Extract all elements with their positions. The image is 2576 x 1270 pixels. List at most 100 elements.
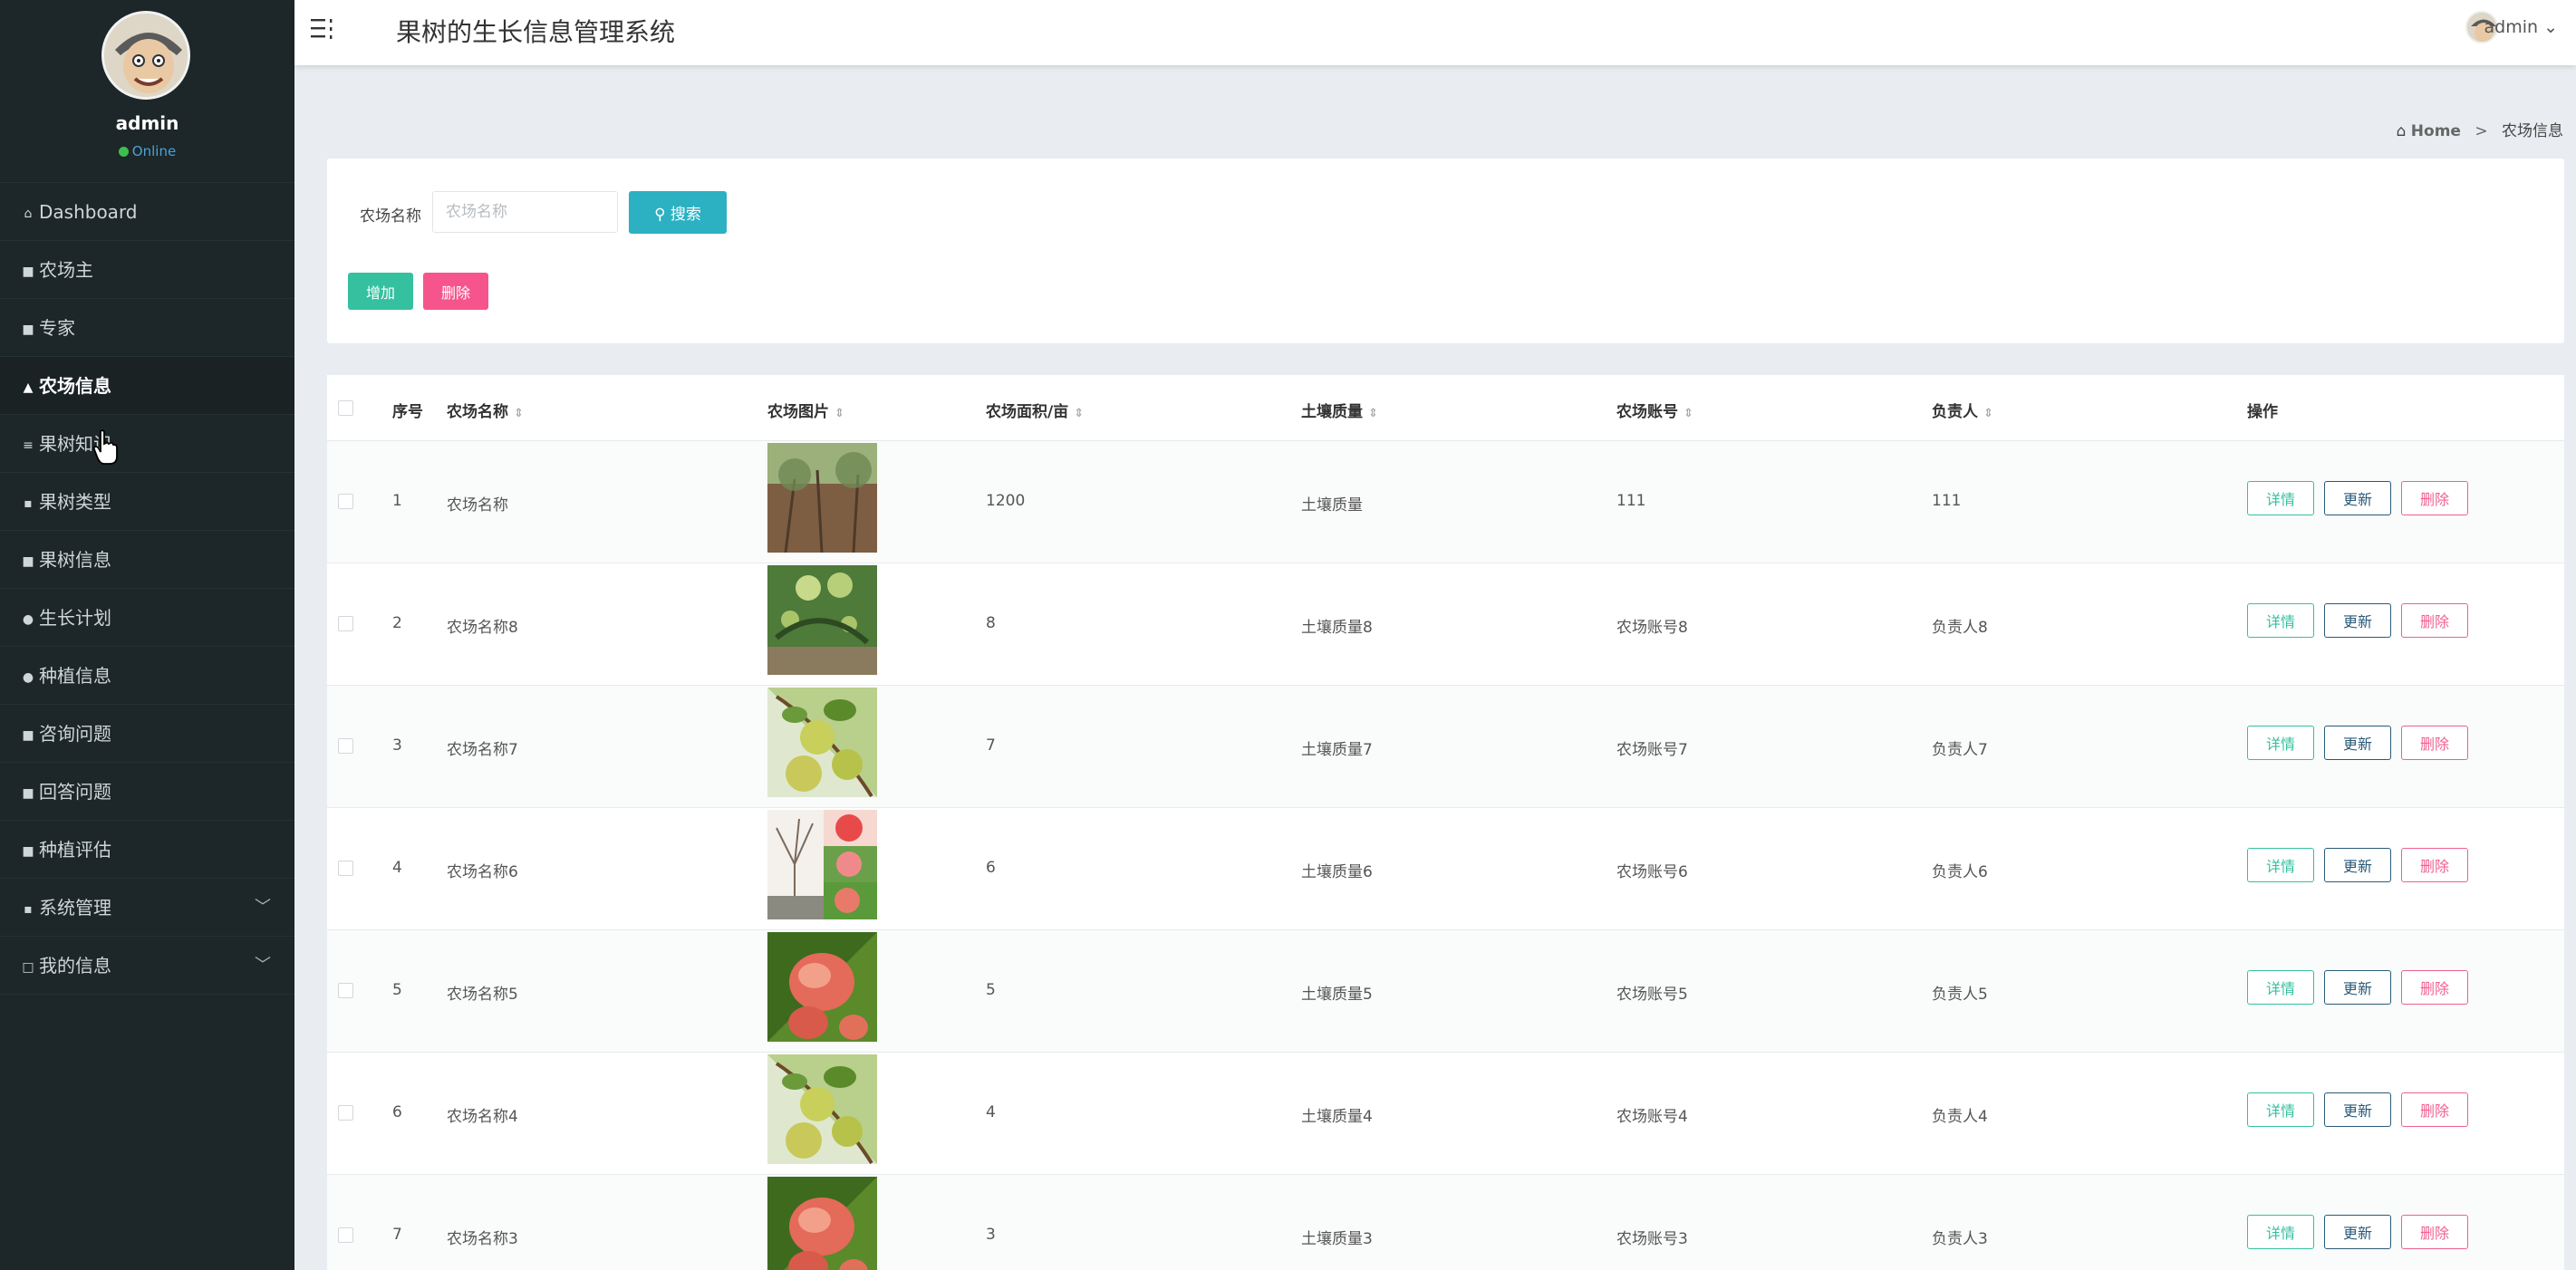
header-farm-area[interactable]: 农场面积/亩 ⇕ [986,399,1084,421]
header-farm-account[interactable]: 农场账号 ⇕ [1616,399,1693,421]
home-icon: ⌂ [2396,122,2407,140]
header-soil-quality[interactable]: 土壤质量 ⇕ [1301,399,1378,421]
row-checkbox[interactable] [338,738,353,754]
menu-toggle-icon[interactable] [311,16,334,40]
sidebar-item-11[interactable]: ■ 种植评估 [0,821,294,879]
sidebar-item-10[interactable]: ■ 回答问题 [0,763,294,821]
farm-image[interactable] [767,810,877,919]
breadcrumb-current: 农场信息 [2502,122,2563,140]
update-button[interactable]: 更新 [2324,1215,2391,1249]
add-button[interactable]: 增加 [348,273,413,310]
update-button[interactable]: 更新 [2324,481,2391,515]
table-row: 5 农场名称5 5 土壤质量5 农场账号5 负责人5 详情 更新 删除 [327,930,2564,1053]
sidebar-item-13[interactable]: □ 我的信息 ﹀ [0,937,294,995]
sidebar-item-label: 农场信息 [39,375,111,397]
row-farm-account: 农场账号8 [1616,619,1688,637]
update-button[interactable]: 更新 [2324,726,2391,760]
sort-icon: ⇕ [1983,407,1993,420]
delete-row-button[interactable]: 删除 [2401,603,2468,638]
sidebar-nav: ⌂ Dashboard ■ 农场主 ■ 专家 ▲ 农场信息 ≡ 果树知识 ▪ 果树类型 ■ 果树信息 ● 生长… [0,183,294,995]
farm-name-label: 农场名称 [360,207,421,226]
farm-image[interactable] [767,688,877,797]
row-soil-quality: 土壤质量7 [1301,741,1373,759]
row-checkbox[interactable] [338,616,353,631]
farm-name-search-input[interactable] [432,191,618,233]
farm-image[interactable] [767,443,877,553]
update-button[interactable]: 更新 [2324,848,2391,882]
header-farm-image[interactable]: 农场图片 ⇕ [767,399,844,421]
row-farm-area: 3 [986,1226,996,1244]
sidebar-item-label: 生长计划 [39,607,111,629]
detail-button[interactable]: 详情 [2247,603,2314,638]
sidebar-item-1[interactable]: ■ 农场主 [0,241,294,299]
detail-button[interactable]: 详情 [2247,1092,2314,1127]
select-all-checkbox[interactable] [338,400,353,416]
update-button[interactable]: 更新 [2324,1092,2391,1127]
farm-image[interactable] [767,565,877,675]
sidebar-item-7[interactable]: ● 生长计划 [0,589,294,647]
farm-image[interactable] [767,1177,877,1270]
sidebar-item-label: 专家 [39,317,75,339]
sidebar-item-4[interactable]: ≡ 果树知识 [0,415,294,473]
row-checkbox[interactable] [338,1227,353,1243]
sidebar-item-8[interactable]: ● 种植信息 [0,647,294,705]
farm-table: 序号 农场名称 ⇕ 农场图片 ⇕ 农场面积/亩 ⇕ 土壤质量 ⇕ 农场账号 ⇕ 负责人 ⇕ … [327,375,2564,1270]
bulk-delete-button[interactable]: 删除 [423,273,488,310]
sidebar-item-6[interactable]: ■ 果树信息 [0,531,294,589]
hand-cursor-icon [93,429,118,465]
row-farm-name: 农场名称6 [447,863,518,881]
detail-button[interactable]: 详情 [2247,970,2314,1005]
status-label: Online [131,143,177,159]
row-farm-area: 5 [986,981,996,999]
row-checkbox[interactable] [338,1105,353,1121]
table-row: 4 农场名称6 6 土壤质量6 农场账号6 负责人6 详情 更新 删除 [327,808,2564,930]
row-farm-name: 农场名称8 [447,619,518,637]
delete-row-button[interactable]: 删除 [2401,970,2468,1005]
delete-row-button[interactable]: 删除 [2401,726,2468,760]
sort-icon: ⇕ [1074,407,1085,420]
farm-image[interactable] [767,1054,877,1164]
header-farm-name[interactable]: 农场名称 ⇕ [447,399,524,421]
sidebar-item-5[interactable]: ▪ 果树类型 [0,473,294,531]
row-farm-name: 农场名称3 [447,1230,518,1248]
sidebar-item-label: 农场主 [39,259,93,281]
sidebar-item-label: 回答问题 [39,781,111,803]
update-button[interactable]: 更新 [2324,603,2391,638]
row-checkbox[interactable] [338,494,353,509]
sidebar-item-label: 种植评估 [39,839,111,861]
sidebar-item-2[interactable]: ■ 专家 [0,299,294,357]
detail-button[interactable]: 详情 [2247,481,2314,515]
row-manager: 负责人5 [1932,986,1988,1004]
header-user-menu[interactable]: admin ⌄ [2484,17,2558,37]
lock-icon: ■ [22,553,34,569]
row-farm-account: 农场账号4 [1616,1108,1688,1126]
sort-icon: ⇕ [835,407,844,420]
delete-row-button[interactable]: 删除 [2401,1215,2468,1249]
row-soil-quality: 土壤质量4 [1301,1108,1373,1126]
user-avatar[interactable] [101,11,190,100]
chat-icon: ■ [22,785,34,801]
sidebar-item-0[interactable]: ⌂ Dashboard [0,183,294,241]
row-index: 2 [392,614,402,632]
header-manager[interactable]: 负责人 ⇕ [1932,399,1993,421]
detail-button[interactable]: 详情 [2247,726,2314,760]
row-farm-account: 农场账号7 [1616,741,1688,759]
sidebar-item-3[interactable]: ▲ 农场信息 [0,357,294,415]
delete-row-button[interactable]: 删除 [2401,481,2468,515]
row-manager: 负责人6 [1932,863,1988,881]
row-checkbox[interactable] [338,861,353,876]
sidebar-item-12[interactable]: ▪ 系统管理 ﹀ [0,879,294,937]
detail-button[interactable]: 详情 [2247,1215,2314,1249]
breadcrumb-home[interactable]: Home [2411,122,2461,140]
update-button[interactable]: 更新 [2324,970,2391,1005]
search-button[interactable]: ⚲ 搜索 [629,191,727,234]
users-icon: ■ [22,264,34,279]
farm-image[interactable] [767,932,877,1042]
detail-button[interactable]: 详情 [2247,848,2314,882]
sidebar-item-9[interactable]: ■ 咨询问题 [0,705,294,763]
sidebar-item-label: 咨询问题 [39,723,111,745]
header-actions: 操作 [2247,403,2278,421]
delete-row-button[interactable]: 删除 [2401,1092,2468,1127]
delete-row-button[interactable]: 删除 [2401,848,2468,882]
row-checkbox[interactable] [338,983,353,998]
